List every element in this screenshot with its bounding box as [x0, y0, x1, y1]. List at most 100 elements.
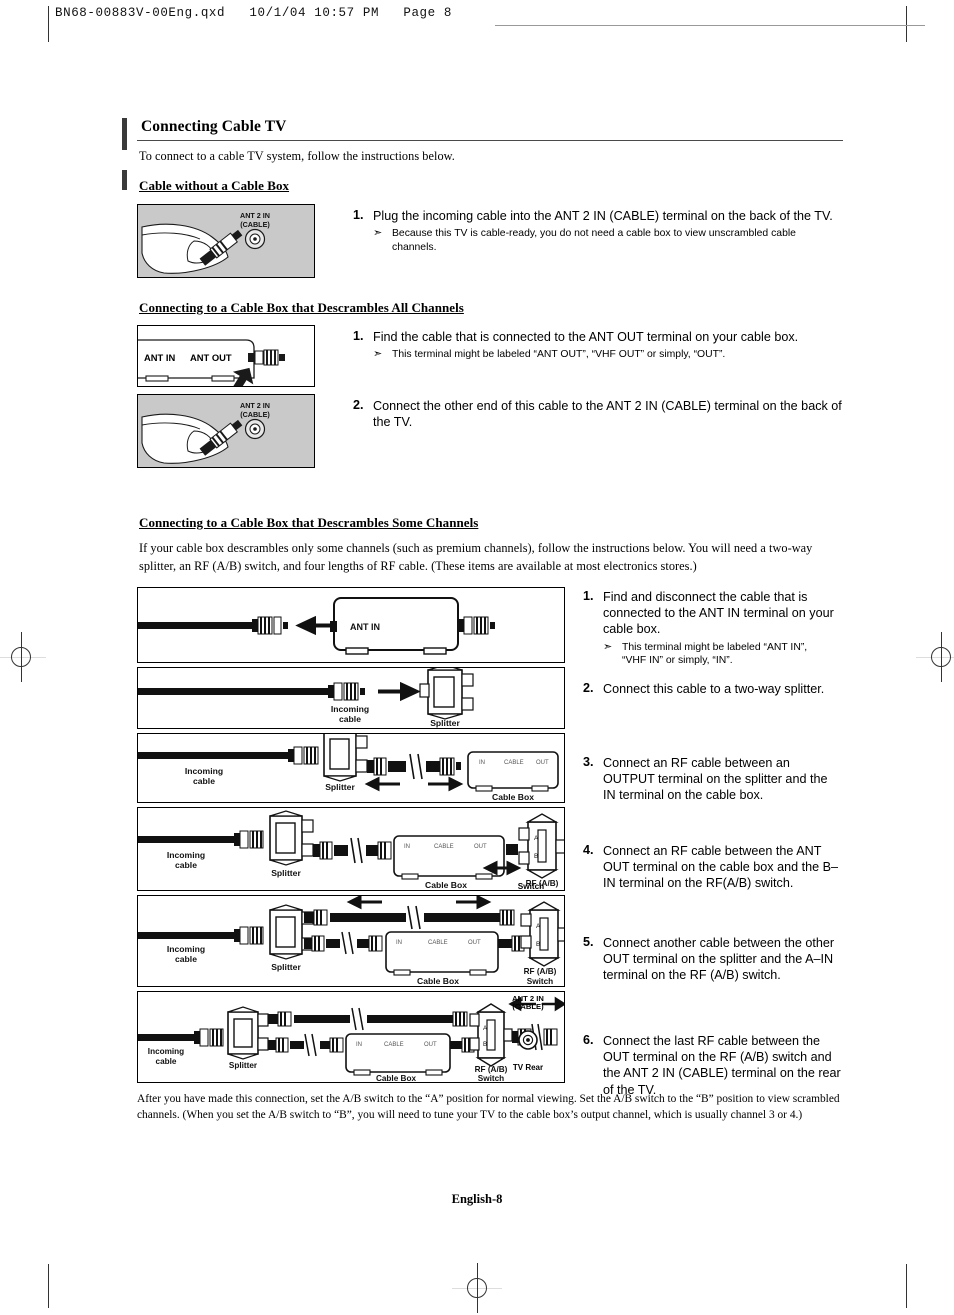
registration-mark-left: [0, 632, 46, 682]
step-text: Find the cable that is connected to the …: [373, 330, 799, 344]
splitter-shape: [323, 733, 368, 782]
note-text: Because this TV is cable-ready, you do n…: [392, 228, 796, 254]
accent-bar-subhead: [122, 170, 127, 190]
step-item: 3. Connect an RF cable between an OUTPUT…: [583, 755, 843, 806]
step-number: 6.: [583, 1032, 594, 1047]
illustration-hand-plug-1: ANT 2 IN (CABLE): [137, 204, 315, 278]
illus-label-ant-out: ANT OUT: [190, 352, 232, 363]
diagram-label-splitter: Splitter: [271, 868, 301, 878]
diagram-label-cablebox-out: OUT: [424, 1042, 437, 1048]
part3-intro: If your cable box descrambles only some …: [139, 541, 813, 573]
diagram-label-rf-switch-2: Switch: [517, 881, 545, 891]
illus-label-ant2in-line2: (CABLE): [240, 410, 270, 419]
rf-connector: [252, 616, 288, 635]
registration-mark-right: [916, 632, 954, 682]
diagram-label-splitter: Splitter: [325, 782, 355, 792]
diagram-label-rf-switch-1: RF (A/B): [524, 967, 557, 976]
subheading-descrambles-all: Connecting to a Cable Box that Descrambl…: [139, 300, 464, 315]
step-number: 4.: [583, 842, 594, 857]
wiring-diagram-stack: ANT IN Incoming cable Splitter Incoming …: [137, 586, 565, 1083]
diagram-label-cable-box: Cable Box: [417, 976, 459, 986]
diagram-label-tv-rear: TV Rear: [512, 1062, 544, 1072]
note-text-line1: This terminal might be labeled “ANT IN”,: [622, 641, 808, 653]
note-text-line2: “VHF IN” or simply, “IN”.: [622, 655, 733, 667]
step-item: 2. Connect this cable to a two-way split…: [583, 681, 843, 699]
diagram-label-ant2in-2: (CABLE): [512, 1002, 544, 1012]
part1-steps: 1. Plug the incoming cable into the ANT …: [353, 204, 843, 278]
left-arrow-icon: [346, 895, 382, 910]
note-text: This terminal might be labeled “ANT OUT”…: [392, 349, 726, 361]
diagram-label-cablebox-out: OUT: [474, 844, 487, 850]
accent-bar-title: [122, 118, 127, 150]
diagram-label-incoming-2: cable: [156, 1057, 177, 1066]
crop-mark-right-top: [906, 6, 907, 42]
step-text: Connect an RF cable between an OUTPUT te…: [603, 755, 828, 803]
page-number: English-8: [451, 1192, 503, 1206]
diagram-label-cablebox-center: CABLE: [384, 1042, 404, 1048]
illustration-hand-plug-2: ANT 2 IN (CABLE): [137, 394, 315, 468]
rf-ab-switch-shape: A B: [469, 1002, 513, 1067]
step-text: Plug the incoming cable into the ANT 2 I…: [373, 209, 833, 223]
step-item: 4. Connect an RF cable between the ANT O…: [583, 843, 843, 894]
diagram-label-splitter: Splitter: [271, 962, 301, 972]
diagram-label-incoming-1: Incoming: [167, 944, 205, 954]
diagram-label-incoming-2: cable: [193, 776, 215, 786]
diagram-panel-2: Incoming cable Splitter: [137, 666, 565, 729]
step-item: 1. Find the cable that is connected to t…: [353, 329, 843, 345]
step-number: 5.: [583, 934, 594, 949]
diagram-label-ant-in: ANT IN: [350, 622, 380, 632]
diagram-panel-6: Incoming cable Splitter IN CABLE OUT Cab…: [137, 990, 565, 1083]
section-intro: To connect to a cable TV system, follow …: [139, 149, 455, 163]
diagram-panel-3: Incoming cable Splitter IN CABLE OUT Cab…: [137, 732, 565, 803]
splitter-shape: [419, 667, 474, 720]
note-arrow-icon: ➣: [373, 227, 383, 240]
diagram-label-cablebox-out: OUT: [536, 760, 549, 766]
diagram-panel-1: ANT IN: [137, 586, 565, 663]
subheading-descrambles-some: Connecting to a Cable Box that Descrambl…: [139, 515, 479, 530]
illus-label-ant2in-line1: ANT 2 IN: [240, 401, 270, 410]
diagram-label-cablebox-in: IN: [404, 844, 410, 850]
step-item: 2. Connect the other end of this cable t…: [353, 398, 843, 431]
step-item: 6. Connect the last RF cable between the…: [583, 1033, 843, 1100]
diagram-label-incoming-1: Incoming: [148, 1047, 184, 1056]
step-text: Connect the last RF cable between the OU…: [603, 1033, 841, 1097]
diagram-label-incoming-1: Incoming: [167, 850, 205, 860]
diagram-label-cablebox-center: CABLE: [428, 940, 448, 946]
diagram-label-cablebox-out: OUT: [468, 940, 481, 946]
diagram-label-splitter: Splitter: [430, 718, 460, 728]
step-number: 3.: [583, 754, 594, 769]
splitter-shape: [269, 809, 314, 866]
diagram-label-incoming-2: cable: [175, 860, 197, 870]
diagram-label-cablebox-center: CABLE: [504, 760, 524, 766]
step-text: Connect this cable to a two-way splitter…: [603, 681, 825, 696]
step-number: 1.: [353, 208, 364, 222]
tv-rear-jack-icon: [518, 1029, 538, 1050]
step-note: ➣ This terminal might be labeled “ANT IN…: [583, 641, 843, 668]
step-number: 1.: [353, 329, 364, 343]
connect-arrow-icon: [378, 681, 421, 701]
step-number: 2.: [583, 680, 594, 695]
illus-label-ant2in-line2: (CABLE): [240, 220, 270, 229]
note-arrow-icon: ➣: [373, 348, 383, 361]
part3-steps: 1. Find and disconnect the cable that is…: [583, 587, 843, 1097]
manual-page: BN68-00883V-00Eng.qxd 10/1/04 10:57 PM P…: [0, 0, 954, 1315]
step-number: 2.: [353, 398, 364, 412]
diagram-label-cablebox-in: IN: [479, 760, 485, 766]
diagram-tv-jack-group: ANT 2 IN (CABLE): [495, 994, 561, 1012]
right-arrow-icon: [428, 776, 464, 792]
diagram-label-switch-b: B: [536, 941, 540, 948]
step-number: 1.: [583, 588, 594, 603]
step-text: Connect an RF cable between the ANT OUT …: [603, 843, 838, 891]
diagram-label-cablebox-in: IN: [396, 940, 402, 946]
diagram-label-splitter: Splitter: [229, 1061, 258, 1070]
right-arrow-icon: [456, 895, 492, 910]
step-item: 1. Plug the incoming cable into the ANT …: [353, 208, 843, 224]
diagram-label-cable-box: Cable Box: [492, 792, 534, 802]
disconnect-arrow-icon: [295, 615, 334, 635]
crop-mark-left-bottom: [48, 1264, 49, 1308]
left-arrow-icon: [364, 776, 400, 792]
diagram-label-switch-a: A: [536, 923, 541, 930]
diagram-label-rf-switch-2: Switch: [478, 1074, 504, 1082]
page-content: Connecting Cable TV To connect to a cabl…: [137, 118, 843, 1135]
step-note: ➣ Because this TV is cable-ready, you do…: [353, 227, 843, 254]
